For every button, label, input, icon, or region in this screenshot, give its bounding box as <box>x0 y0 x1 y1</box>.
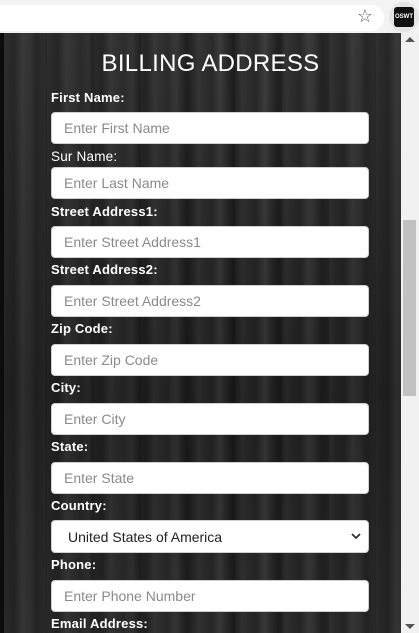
star-icon[interactable]: ☆ <box>355 6 375 26</box>
email-label: Email Address: <box>51 616 148 631</box>
scroll-down-arrow-icon[interactable] <box>405 624 415 629</box>
form-title: BILLING ADDRESS <box>101 50 320 77</box>
street-address2-label: Street Address2: <box>51 262 158 277</box>
address-bar[interactable] <box>0 5 384 31</box>
first-name-input[interactable] <box>51 112 369 144</box>
zip-code-label: Zip Code: <box>51 321 113 336</box>
street-address2-input[interactable] <box>51 285 369 317</box>
city-label: City: <box>51 380 81 395</box>
sur-name-label: Sur Name: <box>51 149 118 164</box>
country-selected-value: United States of America <box>68 529 223 545</box>
first-name-label: First Name: <box>51 90 125 105</box>
scroll-up-arrow-icon[interactable] <box>405 37 415 42</box>
phone-input[interactable] <box>51 580 369 612</box>
state-input[interactable] <box>51 462 369 494</box>
extension-icon[interactable]: OSWT <box>394 7 414 27</box>
street-address1-label: Street Address1: <box>51 204 158 219</box>
street-address1-input[interactable] <box>51 226 369 258</box>
state-label: State: <box>51 439 89 454</box>
scrollbar-thumb[interactable] <box>403 220 416 396</box>
panel-edge <box>0 33 4 633</box>
city-input[interactable] <box>51 403 369 435</box>
zip-code-input[interactable] <box>51 344 369 376</box>
last-name-input[interactable] <box>51 167 369 199</box>
phone-label: Phone: <box>51 557 97 572</box>
country-select[interactable]: United States of America <box>51 520 369 553</box>
country-label: Country: <box>51 498 107 513</box>
chevron-down-icon <box>351 533 361 540</box>
